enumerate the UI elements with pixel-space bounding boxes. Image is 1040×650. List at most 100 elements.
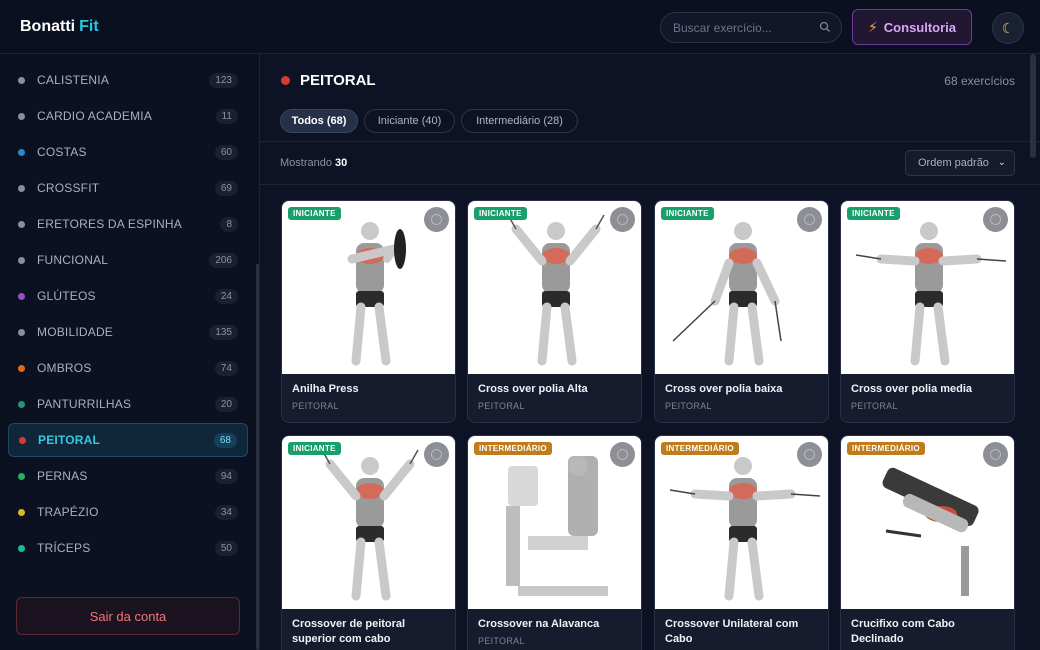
sidebar-item-label: TRÍCEPS <box>37 541 91 555</box>
favorite-icon[interactable] <box>797 207 822 232</box>
sort-label: Ordem padrão <box>918 157 989 169</box>
exercise-image[interactable]: INICIANTE <box>282 201 455 374</box>
level-badge: INTERMEDIÁRIO <box>474 442 552 455</box>
favorite-icon[interactable] <box>424 207 449 232</box>
sidebar-item-count: 68 <box>213 432 237 448</box>
exercise-image[interactable]: INTERMEDIÁRIO <box>655 436 828 609</box>
search-icon[interactable] <box>819 21 831 33</box>
sidebar-item-count: 123 <box>209 72 238 88</box>
results-bar: Mostrando 30 Ordem padrão ⌄ <box>260 142 1040 185</box>
sidebar-item-cardio-academia[interactable]: CARDIO ACADEMIA 11 <box>8 99 248 133</box>
category-color-dot <box>18 76 25 84</box>
level-badge: INICIANTE <box>288 442 341 455</box>
category-color-dot <box>18 400 25 408</box>
sort-select[interactable]: Ordem padrão ⌄ <box>905 150 1015 176</box>
level-badge: INTERMEDIÁRIO <box>847 442 925 455</box>
sidebar-item-funcional[interactable]: FUNCIONAL 206 <box>8 243 248 277</box>
search-box[interactable] <box>660 12 842 43</box>
favorite-icon[interactable] <box>424 442 449 467</box>
category-color-dot <box>18 256 25 264</box>
sidebar-item-panturrilhas[interactable]: PANTURRILHAS 20 <box>8 387 248 421</box>
consultoria-label: Consultoria <box>883 19 957 35</box>
category-color-dot <box>18 184 25 192</box>
exercise-card[interactable]: INICIANTE Crossover de peitoral superior … <box>281 435 456 650</box>
category-color-dot <box>18 364 25 372</box>
exercise-card[interactable]: INICIANTE Anilha Press PEITORAL <box>281 200 456 423</box>
sidebar-item-label: PANTURRILHAS <box>37 397 132 411</box>
sidebar-item-count: 74 <box>214 360 238 376</box>
category-color-dot <box>18 112 25 120</box>
sidebar-scrollbar[interactable] <box>256 264 259 650</box>
top-bar: BonattiFit ⚡ Consultoria ☾ <box>0 0 1040 54</box>
exercise-group: PEITORAL <box>292 401 339 411</box>
exercise-card[interactable]: INTERMEDIÁRIO Crossover na Alavanca PEITOR… <box>467 435 642 650</box>
favorite-icon[interactable] <box>610 207 635 232</box>
exercise-name: Crossover de peitoral superior com cabo <box>292 618 406 645</box>
exercise-group: PEITORAL <box>478 636 525 646</box>
exercise-card[interactable]: INTERMEDIÁRIO Crossover Unilateral com Ca… <box>654 435 829 650</box>
sidebar-item-glúteos[interactable]: GLÚTEOS 24 <box>8 279 248 313</box>
exercise-image[interactable]: INICIANTE <box>468 201 641 374</box>
exercise-name: Crossover Unilateral com Cabo <box>665 618 799 645</box>
sidebar-item-label: CROSSFIT <box>37 181 100 195</box>
exercise-card[interactable]: INTERMEDIÁRIO Crucifixo com Cabo Declinad… <box>840 435 1015 650</box>
sidebar-item-costas[interactable]: COSTAS 60 <box>8 135 248 169</box>
exercise-card[interactable]: INICIANTE Cross over polia baixa PEITORAL <box>654 200 829 423</box>
favorite-icon[interactable] <box>983 442 1008 467</box>
exercise-name: Cross over polia Alta <box>478 383 588 395</box>
exercise-image[interactable]: INICIANTE <box>841 201 1014 374</box>
logo-main: Bonatti <box>20 18 76 35</box>
sidebar-item-trapézio[interactable]: TRAPÉZIO 34 <box>8 495 248 529</box>
category-color-dot <box>18 472 25 480</box>
sidebar-item-count: 135 <box>209 324 238 340</box>
sidebar-item-label: PERNAS <box>37 469 88 483</box>
page-title: PEITORAL <box>300 72 376 89</box>
exercise-image[interactable]: INTERMEDIÁRIO <box>468 436 641 609</box>
exercise-group: PEITORAL <box>478 401 525 411</box>
filter-chip-iniciante[interactable]: Iniciante (40) <box>364 109 455 133</box>
main-content: PEITORAL 68 exercícios Todos (68) Inicia… <box>260 54 1040 650</box>
exercise-name: Cross over polia media <box>851 383 973 395</box>
sidebar-item-mobilidade[interactable]: MOBILIDADE 135 <box>8 315 248 349</box>
logo[interactable]: Bonatti Fit <box>20 18 99 36</box>
search-input[interactable] <box>673 13 813 42</box>
category-color-dot <box>18 508 25 516</box>
sidebar-item-tríceps[interactable]: TRÍCEPS 50 <box>8 531 248 565</box>
moon-icon: ☾ <box>1001 19 1015 36</box>
exercise-total: 68 exercícios <box>944 74 1015 88</box>
level-badge: INICIANTE <box>474 207 527 220</box>
exercise-image[interactable]: INICIANTE <box>655 201 828 374</box>
sidebar-item-calistenia[interactable]: CALISTENIA 123 <box>8 63 248 97</box>
sidebar-item-eretores-da-espinha[interactable]: ERETORES DA ESPINHA 8 <box>8 207 248 241</box>
category-color-dot <box>18 328 25 336</box>
theme-toggle-button[interactable]: ☾ <box>992 12 1024 44</box>
exercise-image[interactable]: INTERMEDIÁRIO <box>841 436 1014 609</box>
sidebar-item-label: PEITORAL <box>38 433 101 447</box>
exercise-card[interactable]: INICIANTE Cross over polia Alta PEITORAL <box>467 200 642 423</box>
sidebar-item-label: FUNCIONAL <box>37 253 109 267</box>
level-filters: Todos (68) Iniciante (40) Intermediário … <box>260 106 1040 142</box>
sidebar-item-count: 11 <box>215 108 238 124</box>
sidebar-item-ombros[interactable]: OMBROS 74 <box>8 351 248 385</box>
sidebar-item-pernas[interactable]: PERNAS 94 <box>8 459 248 493</box>
filter-chip-todos[interactable]: Todos (68) <box>280 109 358 133</box>
category-color-dot <box>18 544 25 552</box>
favorite-icon[interactable] <box>983 207 1008 232</box>
sidebar-item-count: 24 <box>214 288 238 304</box>
sidebar-item-crossfit[interactable]: CROSSFIT 69 <box>8 171 248 205</box>
main-scrollbar[interactable] <box>1030 54 1036 158</box>
exercise-card[interactable]: INICIANTE Cross over polia media PEITORAL <box>840 200 1015 423</box>
favorite-icon[interactable] <box>610 442 635 467</box>
filter-chip-intermediario[interactable]: Intermediário (28) <box>461 109 578 133</box>
sidebar-item-label: TRAPÉZIO <box>37 505 99 519</box>
lightning-icon: ⚡ <box>867 18 878 35</box>
favorite-icon[interactable] <box>797 442 822 467</box>
section-color-dot <box>281 76 290 85</box>
showing-label: Mostrando <box>280 157 332 169</box>
exercise-image[interactable]: INICIANTE <box>282 436 455 609</box>
logout-button[interactable]: Sair da conta <box>16 597 240 635</box>
consultoria-button[interactable]: ⚡ Consultoria <box>852 9 972 45</box>
sidebar-item-peitoral[interactable]: PEITORAL 68 <box>8 423 248 457</box>
showing-text: Mostrando 30 <box>280 157 347 169</box>
sidebar-item-count: 8 <box>220 216 238 232</box>
